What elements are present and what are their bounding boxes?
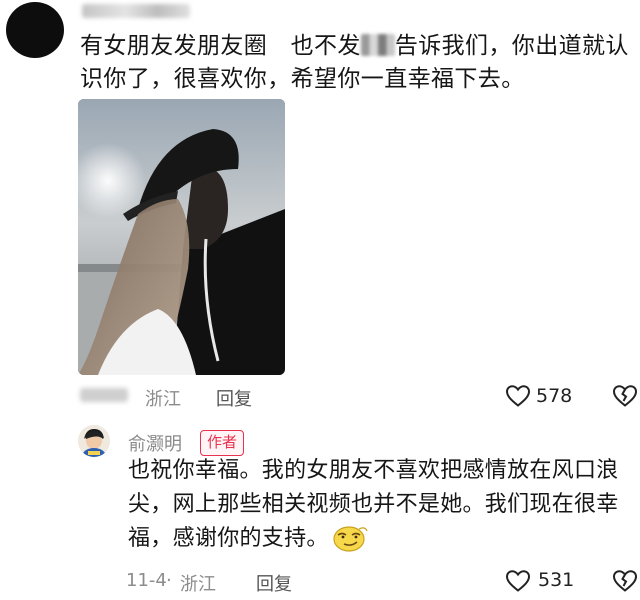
- comment-date-blurred: [80, 388, 128, 402]
- commenter-name-blurred[interactable]: [82, 4, 190, 18]
- commenter-avatar[interactable]: [6, 2, 64, 58]
- comment-photo[interactable]: [78, 99, 285, 375]
- comment-reply-button[interactable]: 回复: [216, 385, 252, 411]
- comment-text-part1: 有女朋友发朋友圈 也不发: [80, 33, 361, 59]
- comment-like-count: 578: [536, 385, 573, 407]
- photo-illustration: [78, 99, 285, 375]
- comment-text: 有女朋友发朋友圈 也不发 告诉我们，你出道就认识你了，很喜欢你，希望你一直幸福下去…: [80, 30, 636, 96]
- reply-location: 浙江: [180, 574, 216, 595]
- mosaic-redaction: [360, 34, 395, 56]
- reply-text-body: 也祝你幸福。我的女朋友不喜欢把感情放在风口浪尖，网上那些相关视频也并不是她。我们…: [128, 458, 619, 551]
- reply-avatar-illustration: [78, 425, 110, 457]
- heart-outline-icon[interactable]: [505, 384, 531, 408]
- reply-avatar[interactable]: [78, 425, 110, 457]
- reply-text: 也祝你幸福。我的女朋友不喜欢把感情放在风口浪尖，网上那些相关视频也并不是她。我们…: [128, 454, 634, 556]
- reply-username[interactable]: 俞灏明: [128, 430, 182, 456]
- reply-like-count: 531: [538, 569, 575, 591]
- reply-meta-dot: ·: [166, 570, 172, 591]
- broken-heart-icon[interactable]: [612, 384, 638, 408]
- heart-outline-icon[interactable]: [505, 569, 531, 593]
- author-badge: 作者: [200, 430, 245, 456]
- smirk-emoji-icon: [333, 526, 368, 552]
- reply-date: 11-4: [126, 570, 167, 591]
- reply-reply-button[interactable]: 回复: [256, 570, 292, 596]
- broken-heart-icon[interactable]: [612, 569, 638, 593]
- comment-location: 浙江: [145, 389, 181, 410]
